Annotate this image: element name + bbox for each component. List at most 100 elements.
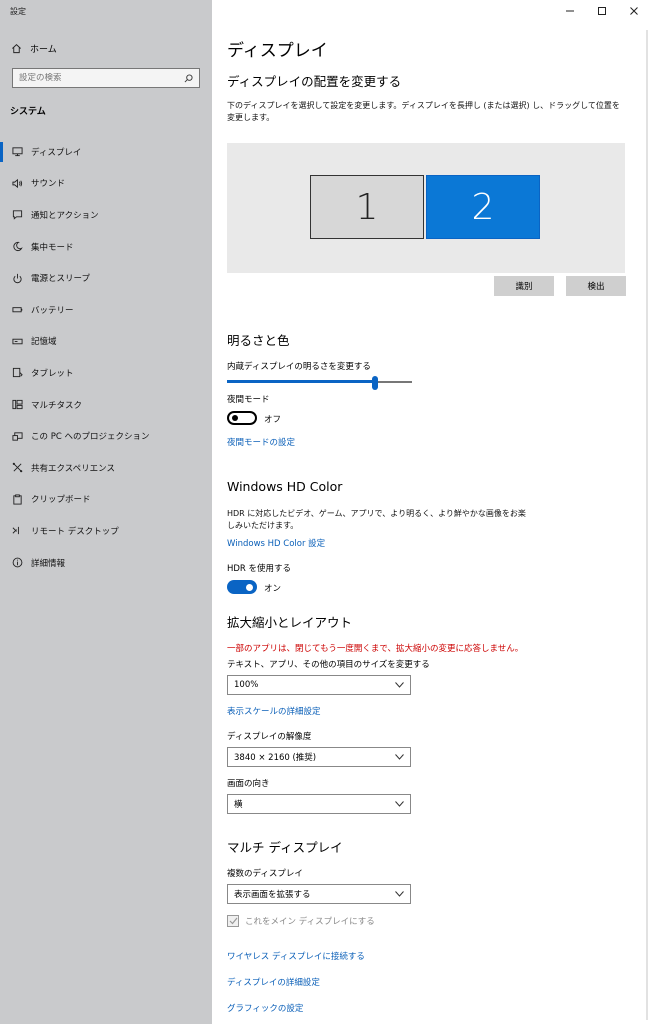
power-icon <box>11 272 23 284</box>
storage-icon <box>11 335 23 347</box>
sidebar-item-tablet[interactable]: タブレット <box>0 357 212 389</box>
sidebar-item-clipboard[interactable]: クリップボード <box>0 484 212 516</box>
sidebar-item-label: 通知とアクション <box>31 210 99 221</box>
search-box[interactable] <box>12 68 200 88</box>
notification-icon <box>11 209 23 221</box>
advanced-scaling-link[interactable]: 表示スケールの詳細設定 <box>227 705 321 717</box>
dropdown-value: 3840 × 2160 (推奨) <box>234 753 317 763</box>
share-icon <box>11 462 23 474</box>
chevron-down-icon <box>394 753 404 761</box>
detect-button[interactable]: 検出 <box>566 276 626 296</box>
sidebar-item-power[interactable]: 電源とスリープ <box>0 262 212 294</box>
dropdown-value: 横 <box>234 800 243 810</box>
search-icon[interactable] <box>183 73 193 83</box>
sidebar-item-storage[interactable]: 記憶域 <box>0 326 212 358</box>
projection-icon <box>11 430 23 442</box>
scale-warning: 一部のアプリは、閉じてもう一度開くまで、拡大縮小の変更に応答しません。 <box>227 644 524 654</box>
identify-button[interactable]: 識別 <box>494 276 554 296</box>
sidebar-item-label: 詳細情報 <box>31 558 66 569</box>
maximize-button[interactable] <box>586 0 618 22</box>
sidebar-item-label: リモート デスクトップ <box>31 526 119 537</box>
scale-dropdown[interactable]: 100% <box>227 675 411 695</box>
scrollbar[interactable] <box>646 30 648 1020</box>
arrange-heading: ディスプレイの配置を変更する <box>227 74 402 89</box>
sidebar-item-shared[interactable]: 共有エクスペリエンス <box>0 452 212 484</box>
close-button[interactable] <box>618 0 650 22</box>
sidebar-item-label: この PC へのプロジェクション <box>31 432 150 443</box>
sidebar-item-multitask[interactable]: マルチタスク <box>0 389 212 421</box>
sidebar-item-battery[interactable]: バッテリー <box>0 294 212 326</box>
window-controls <box>554 0 650 22</box>
brightness-heading: 明るさと色 <box>227 333 290 348</box>
close-icon <box>630 7 638 15</box>
checkmark-icon <box>229 917 237 925</box>
sidebar-item-projection[interactable]: この PC へのプロジェクション <box>0 420 212 452</box>
sidebar-item-remote[interactable]: リモート デスクトップ <box>0 515 212 547</box>
dropdown-value: 表示画面を拡張する <box>234 890 311 900</box>
sidebar-item-focus[interactable]: 集中モード <box>0 231 212 263</box>
sidebar-item-label: 電源とスリープ <box>31 274 90 285</box>
sidebar-item-sound[interactable]: サウンド <box>0 168 212 200</box>
multi-display-dropdown[interactable]: 表示画面を拡張する <box>227 884 411 904</box>
main-display-checkbox[interactable] <box>227 915 239 927</box>
sidebar-item-display[interactable]: ディスプレイ <box>0 136 212 168</box>
chevron-down-icon <box>394 800 404 808</box>
monitor-1-number: 1 <box>355 186 379 228</box>
multi-display-label: 複数のディスプレイ <box>227 869 303 879</box>
advanced-display-link[interactable]: ディスプレイの詳細設定 <box>227 976 320 988</box>
hdr-toggle[interactable] <box>227 580 257 594</box>
main-display-checkbox-row: これをメイン ディスプレイにする <box>227 915 375 927</box>
sidebar-item-label: バッテリー <box>31 305 74 316</box>
arrange-description: 下のディスプレイを選択して設定を変更します。ディスプレイを長押し (または選択)… <box>227 101 620 122</box>
main-display-checkbox-label: これをメイン ディスプレイにする <box>245 917 375 927</box>
tablet-icon <box>11 367 23 379</box>
chevron-down-icon <box>394 681 404 689</box>
resolution-label: ディスプレイの解像度 <box>227 732 312 742</box>
graphics-settings-link[interactable]: グラフィックの設定 <box>227 1002 303 1014</box>
sidebar-item-label: クリップボード <box>31 495 91 506</box>
sidebar-item-notifications[interactable]: 通知とアクション <box>0 199 212 231</box>
sidebar-item-label: サウンド <box>31 179 66 190</box>
moon-icon <box>11 241 23 253</box>
night-mode-state: オフ <box>264 415 282 425</box>
toggle-knob <box>232 415 238 421</box>
wireless-display-link[interactable]: ワイヤレス ディスプレイに接続する <box>227 950 365 962</box>
hdr-description: HDR に対応したビデオ、ゲーム、アプリで、より明るく、より鮮やかな画像をお楽し… <box>227 509 526 530</box>
slider-thumb[interactable] <box>372 376 378 390</box>
sidebar-item-label: マルチタスク <box>31 400 83 411</box>
clipboard-icon <box>11 493 23 505</box>
orientation-dropdown[interactable]: 横 <box>227 794 411 814</box>
home-nav-item[interactable]: ホーム <box>10 40 57 56</box>
night-mode-label: 夜間モード <box>227 395 270 405</box>
home-label: ホーム <box>30 44 57 55</box>
hdr-settings-link[interactable]: Windows HD Color 設定 <box>227 537 325 549</box>
brightness-slider[interactable] <box>227 376 412 390</box>
monitor-2[interactable]: 2 <box>426 175 540 239</box>
main-panel: ディスプレイ ディスプレイの配置を変更する 下のディスプレイを選択して設定を変更… <box>212 0 650 1024</box>
monitor-1[interactable]: 1 <box>310 175 424 239</box>
sidebar-item-about[interactable]: 詳細情報 <box>0 547 212 579</box>
monitor-2-number: 2 <box>471 186 495 228</box>
display-arrangement[interactable]: 1 2 <box>227 143 625 273</box>
monitor-icon <box>11 146 23 158</box>
sidebar-section-label: システム <box>10 107 46 117</box>
resolution-dropdown[interactable]: 3840 × 2160 (推奨) <box>227 747 411 767</box>
text-size-label: テキスト、アプリ、その他の項目のサイズを変更する <box>227 660 430 670</box>
multi-display-heading: マルチ ディスプレイ <box>227 840 343 855</box>
minimize-icon <box>566 10 574 12</box>
night-mode-settings-link[interactable]: 夜間モードの設定 <box>227 436 295 448</box>
night-mode-toggle[interactable] <box>227 411 257 425</box>
sidebar-item-label: 記憶域 <box>31 337 57 348</box>
speaker-icon <box>11 177 23 189</box>
sidebar-item-label: 共有エクスペリエンス <box>31 463 115 474</box>
minimize-button[interactable] <box>554 0 586 22</box>
brightness-label: 内蔵ディスプレイの明るさを変更する <box>227 362 371 372</box>
search-input[interactable] <box>19 73 183 83</box>
info-icon <box>11 557 23 569</box>
sidebar-item-label: ディスプレイ <box>31 147 82 158</box>
app-title: 設定 <box>10 7 26 16</box>
battery-icon <box>11 304 23 316</box>
slider-fill <box>227 380 375 383</box>
maximize-icon <box>598 7 606 15</box>
hdr-use-label: HDR を使用する <box>227 564 292 574</box>
